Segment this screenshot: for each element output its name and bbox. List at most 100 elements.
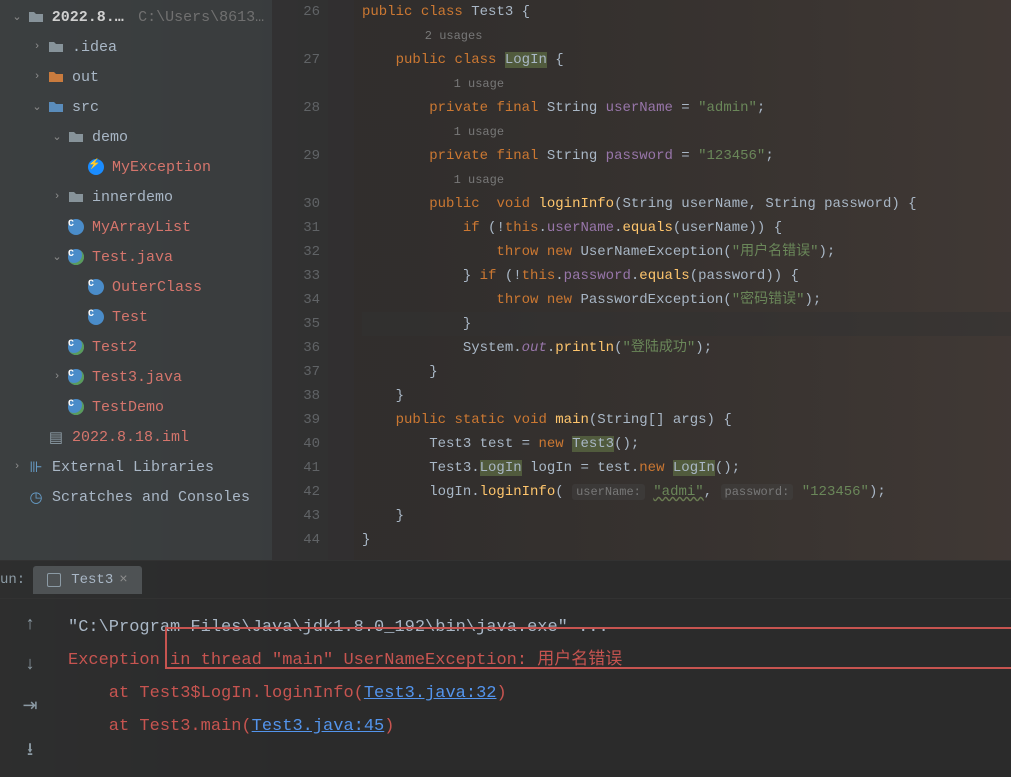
tree-item-myexception[interactable]: ⚡MyException bbox=[0, 152, 272, 182]
line-number[interactable] bbox=[272, 168, 320, 192]
fold-markers[interactable] bbox=[328, 0, 354, 560]
code-line[interactable]: } bbox=[362, 528, 1011, 552]
stacktrace-link[interactable]: Test3.java:45 bbox=[252, 717, 385, 736]
chevron-down-icon[interactable]: ⌄ bbox=[48, 130, 66, 144]
line-number[interactable] bbox=[272, 72, 320, 96]
line-gutter[interactable]: ▶26 27 28 29 303132333435363738▶394041424344 bbox=[272, 0, 328, 560]
code-line[interactable]: System.out.println("登陆成功"); bbox=[362, 336, 1011, 360]
line-number[interactable]: 29 bbox=[272, 144, 320, 168]
tree-item-test3-java[interactable]: ›CTest3.java bbox=[0, 362, 272, 392]
line-number[interactable]: 44 bbox=[272, 528, 320, 552]
down-arrow-icon[interactable]: ↓ bbox=[25, 655, 36, 675]
tree-item-label: innerdemo bbox=[92, 189, 173, 206]
line-number[interactable]: 38 bbox=[272, 384, 320, 408]
tree-item-label: .idea bbox=[72, 39, 117, 56]
up-arrow-icon[interactable]: ↑ bbox=[25, 615, 36, 635]
tree-item-label: Test bbox=[112, 309, 148, 326]
code-line[interactable]: } bbox=[362, 504, 1011, 528]
code-line[interactable]: } bbox=[362, 384, 1011, 408]
line-number[interactable]: 27 bbox=[272, 48, 320, 72]
code-line[interactable]: if (!this.userName.equals(userName)) { bbox=[362, 216, 1011, 240]
class-icon: C bbox=[86, 277, 106, 297]
tree-item-demo[interactable]: ⌄demo bbox=[0, 122, 272, 152]
code-line[interactable]: public void loginInfo(String userName, S… bbox=[362, 192, 1011, 216]
tree-item--idea[interactable]: › .idea bbox=[0, 32, 272, 62]
chevron-right-icon[interactable]: › bbox=[48, 191, 66, 203]
stacktrace-link[interactable]: Test3.java:32 bbox=[364, 684, 497, 703]
code-line[interactable]: public class LogIn { bbox=[362, 48, 1011, 72]
code-line[interactable]: throw new PasswordException("密码错误"); bbox=[362, 288, 1011, 312]
line-number[interactable] bbox=[272, 120, 320, 144]
code-area[interactable]: public class Test3 { 2 usages public cla… bbox=[354, 0, 1011, 560]
chevron-down-icon: ⌄ bbox=[8, 10, 26, 24]
run-tab[interactable]: Test3 × bbox=[33, 566, 141, 594]
usage-hint[interactable]: 1 usage bbox=[362, 168, 1011, 192]
line-number[interactable]: 36 bbox=[272, 336, 320, 360]
close-icon[interactable]: × bbox=[119, 572, 127, 588]
tree-item-test-java[interactable]: ⌄CTest.java bbox=[0, 242, 272, 272]
line-number[interactable]: 37 bbox=[272, 360, 320, 384]
code-editor[interactable]: ▶26 27 28 29 303132333435363738▶394041424344… bbox=[272, 0, 1011, 560]
line-number[interactable]: 34 bbox=[272, 288, 320, 312]
line-number[interactable]: ▶39 bbox=[272, 408, 320, 432]
chevron-down-icon[interactable]: ⌄ bbox=[48, 250, 66, 264]
code-line[interactable]: private final String userName = "admin"; bbox=[362, 96, 1011, 120]
chevron-right-icon[interactable]: › bbox=[28, 71, 46, 83]
tree-item-label: MyArrayList bbox=[92, 219, 191, 236]
scroll-to-end-icon[interactable]: ⭳ bbox=[27, 737, 33, 767]
chevron-right-icon[interactable]: › bbox=[48, 371, 66, 383]
line-number[interactable]: 43 bbox=[272, 504, 320, 528]
line-number[interactable]: 33 bbox=[272, 264, 320, 288]
code-line[interactable]: public class Test3 { bbox=[362, 0, 1011, 24]
code-line[interactable]: public static void main(String[] args) { bbox=[362, 408, 1011, 432]
class-icon: C bbox=[66, 337, 86, 357]
console-output[interactable]: "C:\Program Files\Java\jdk1.8.0_192\bin\… bbox=[60, 599, 1011, 777]
project-tree[interactable]: ⌄ 2022.8.18 C:\Users\86136\ › .idea ›out ⌄ s… bbox=[0, 0, 272, 560]
line-number[interactable]: 30 bbox=[272, 192, 320, 216]
external-libraries[interactable]: › ⊪ External Libraries bbox=[0, 452, 272, 482]
code-line[interactable]: logIn.loginInfo( userName: "admi", passw… bbox=[362, 480, 1011, 504]
code-line[interactable]: } bbox=[362, 312, 1011, 336]
line-number[interactable]: ▶26 bbox=[272, 0, 320, 24]
line-number[interactable]: 42 bbox=[272, 480, 320, 504]
tree-item-testdemo[interactable]: CTestDemo bbox=[0, 392, 272, 422]
code-line[interactable]: } bbox=[362, 360, 1011, 384]
tree-item-test[interactable]: CTest bbox=[0, 302, 272, 332]
code-line[interactable]: Test3.LogIn logIn = test.new LogIn(); bbox=[362, 456, 1011, 480]
code-line[interactable]: Test3 test = new Test3(); bbox=[362, 432, 1011, 456]
code-line[interactable]: throw new UserNameException("用户名错误"); bbox=[362, 240, 1011, 264]
usage-hint[interactable]: 1 usage bbox=[362, 120, 1011, 144]
project-name: 2022.8.18 bbox=[52, 9, 132, 26]
usage-hint[interactable]: 2 usages bbox=[362, 24, 1011, 48]
tree-item-label: Test2 bbox=[92, 339, 137, 356]
tree-item-myarraylist[interactable]: CMyArrayList bbox=[0, 212, 272, 242]
tree-item-src[interactable]: ⌄ src bbox=[0, 92, 272, 122]
library-icon: ⊪ bbox=[26, 457, 46, 477]
tree-item-innerdemo[interactable]: › innerdemo bbox=[0, 182, 272, 212]
chevron-down-icon[interactable]: ⌄ bbox=[28, 100, 46, 114]
soft-wrap-icon[interactable]: ⇥ bbox=[22, 695, 37, 717]
line-number[interactable] bbox=[272, 24, 320, 48]
code-line[interactable]: private final String password = "123456"… bbox=[362, 144, 1011, 168]
tree-item-test2[interactable]: C Test2 bbox=[0, 332, 272, 362]
line-number[interactable]: 35 bbox=[272, 312, 320, 336]
tree-item-out[interactable]: ›out bbox=[0, 62, 272, 92]
line-number[interactable]: 40 bbox=[272, 432, 320, 456]
usage-hint[interactable]: 1 usage bbox=[362, 72, 1011, 96]
project-root[interactable]: ⌄ 2022.8.18 C:\Users\86136\ bbox=[0, 2, 272, 32]
line-number[interactable]: 41 bbox=[272, 456, 320, 480]
run-panel-label: un: bbox=[0, 572, 33, 588]
line-number[interactable]: 32 bbox=[272, 240, 320, 264]
code-line[interactable]: } if (!this.password.equals(password)) { bbox=[362, 264, 1011, 288]
line-number[interactable]: 31 bbox=[272, 216, 320, 240]
project-path: C:\Users\86136\ bbox=[138, 9, 272, 26]
console-trace-1: at Test3$LogIn.loginInfo(Test3.java:32) bbox=[68, 677, 1003, 710]
tree-item-label: src bbox=[72, 99, 99, 116]
tree-item-outerclass[interactable]: COuterClass bbox=[0, 272, 272, 302]
tree-item-2022-8-18-iml[interactable]: ▤2022.8.18.iml bbox=[0, 422, 272, 452]
class-icon: C bbox=[66, 397, 86, 417]
line-number[interactable]: 28 bbox=[272, 96, 320, 120]
folder-icon bbox=[26, 7, 46, 27]
chevron-right-icon[interactable]: › bbox=[28, 41, 46, 53]
scratches-consoles[interactable]: ◷ Scratches and Consoles bbox=[0, 482, 272, 512]
